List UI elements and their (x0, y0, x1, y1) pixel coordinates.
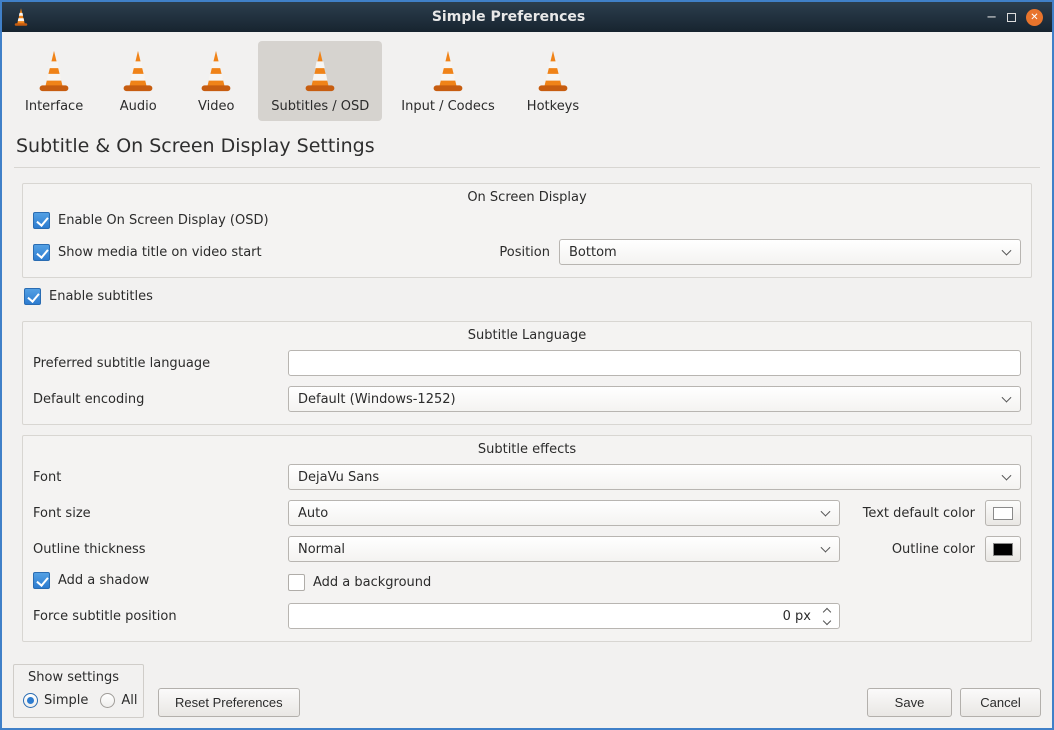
tab-subtitles-osd[interactable]: Subtitles / OSD (258, 41, 382, 121)
window-controls: − ✕ (986, 9, 1043, 26)
chevron-down-icon (1002, 393, 1012, 403)
add-background-checkbox[interactable]: Add a background (288, 574, 431, 591)
select-value: Bottom (569, 245, 617, 260)
preferred-language-input[interactable] (288, 350, 1021, 376)
chevron-down-icon (821, 507, 831, 517)
text-default-color-button[interactable] (985, 500, 1021, 526)
groupbox-title: Subtitle effects (31, 442, 1023, 457)
show-media-title-checkbox[interactable]: Show media title on video start (33, 244, 499, 261)
spinner-value: 0 px (783, 609, 811, 624)
checkbox-box (33, 212, 50, 229)
osd-groupbox: On Screen Display Enable On Screen Displ… (22, 183, 1032, 278)
checkbox-label: Enable On Screen Display (OSD) (58, 213, 269, 228)
radio-circle (23, 693, 38, 708)
tab-hotkeys[interactable]: Hotkeys (514, 41, 592, 121)
radio-label: Simple (44, 693, 88, 708)
checkbox-box (33, 572, 50, 589)
simple-preferences-window: { "window": { "title": "Simple Preferenc… (0, 0, 1054, 730)
groupbox-title: Subtitle Language (31, 328, 1023, 343)
outline-thickness-select[interactable]: Normal (288, 536, 840, 562)
reset-preferences-button[interactable]: Reset Preferences (158, 688, 300, 717)
radio-simple[interactable]: Simple (23, 693, 88, 708)
font-size-label: Font size (33, 506, 288, 521)
spin-down-icon (823, 616, 831, 624)
outline-color-button[interactable] (985, 536, 1021, 562)
font-select[interactable]: DejaVu Sans (288, 464, 1021, 490)
radio-all[interactable]: All (100, 693, 137, 708)
cancel-button[interactable]: Cancel (960, 688, 1041, 717)
show-settings-groupbox: Show settings Simple All (13, 664, 144, 718)
tab-video[interactable]: Video (180, 41, 252, 121)
add-shadow-checkbox[interactable]: Add a shadow (33, 572, 149, 589)
checkbox-box (24, 288, 41, 305)
spinner-buttons[interactable] (819, 604, 835, 628)
close-button[interactable]: ✕ (1026, 9, 1043, 26)
chevron-down-icon (821, 543, 831, 553)
checkbox-label: Add a shadow (58, 573, 149, 588)
show-settings-title: Show settings (28, 670, 135, 685)
checkbox-box (288, 574, 305, 591)
checkbox-label: Add a background (313, 575, 431, 590)
checkbox-label: Enable subtitles (49, 289, 153, 304)
page-title: Subtitle & On Screen Display Settings (16, 135, 1038, 157)
select-value: Normal (298, 542, 345, 557)
position-label: Position (499, 245, 550, 260)
color-swatch (993, 543, 1013, 556)
default-encoding-label: Default encoding (33, 392, 288, 407)
outline-thickness-label: Outline thickness (33, 542, 288, 557)
minimize-button[interactable]: − (986, 11, 997, 24)
color-swatch (993, 507, 1013, 520)
force-position-spinner[interactable]: 0 px (288, 603, 840, 629)
spin-up-icon (823, 607, 831, 615)
window-title: Simple Preferences (31, 9, 986, 25)
force-position-label: Force subtitle position (33, 609, 288, 624)
tab-label: Input / Codecs (401, 99, 495, 114)
video-icon (193, 48, 239, 94)
select-value: Auto (298, 506, 328, 521)
tab-label: Audio (120, 99, 157, 114)
select-value: Default (Windows-1252) (298, 392, 456, 407)
enable-osd-checkbox[interactable]: Enable On Screen Display (OSD) (33, 212, 269, 229)
font-label: Font (33, 470, 288, 485)
select-value: DejaVu Sans (298, 470, 379, 485)
tab-label: Subtitles / OSD (271, 99, 369, 114)
maximize-button[interactable] (1007, 13, 1016, 22)
preferences-toolbar: Interface Audio Video Subtitles / OSD In… (2, 32, 1052, 123)
subtitle-effects-groupbox: Subtitle effects Font DejaVu Sans Font s… (22, 435, 1032, 642)
preferred-language-label: Preferred subtitle language (33, 356, 288, 371)
subtitle-language-groupbox: Subtitle Language Preferred subtitle lan… (22, 321, 1032, 425)
checkbox-box (33, 244, 50, 261)
font-size-select[interactable]: Auto (288, 500, 840, 526)
tab-input-codecs[interactable]: Input / Codecs (388, 41, 508, 121)
tab-interface[interactable]: Interface (12, 41, 96, 121)
groupbox-title: On Screen Display (31, 190, 1023, 205)
titlebar: Simple Preferences − ✕ (2, 2, 1052, 32)
audio-icon (115, 48, 161, 94)
tab-label: Video (198, 99, 234, 114)
default-encoding-select[interactable]: Default (Windows-1252) (288, 386, 1021, 412)
chevron-down-icon (1002, 246, 1012, 256)
tab-audio[interactable]: Audio (102, 41, 174, 121)
tab-label: Interface (25, 99, 83, 114)
chevron-down-icon (1002, 471, 1012, 481)
vlc-cone-icon (11, 7, 31, 27)
outline-color-label: Outline color (840, 542, 985, 557)
interface-icon (31, 48, 77, 94)
radio-circle (100, 693, 115, 708)
input-codecs-icon (425, 48, 471, 94)
position-select[interactable]: Bottom (559, 239, 1021, 265)
subtitles-osd-icon (297, 48, 343, 94)
save-button[interactable]: Save (867, 688, 952, 717)
text-default-color-label: Text default color (840, 506, 985, 521)
enable-subtitles-checkbox[interactable]: Enable subtitles (24, 288, 153, 305)
tab-label: Hotkeys (527, 99, 579, 114)
radio-label: All (121, 693, 137, 708)
heading-divider (14, 167, 1040, 168)
checkbox-label: Show media title on video start (58, 245, 262, 260)
hotkeys-icon (530, 48, 576, 94)
maximize-icon (1007, 13, 1016, 22)
